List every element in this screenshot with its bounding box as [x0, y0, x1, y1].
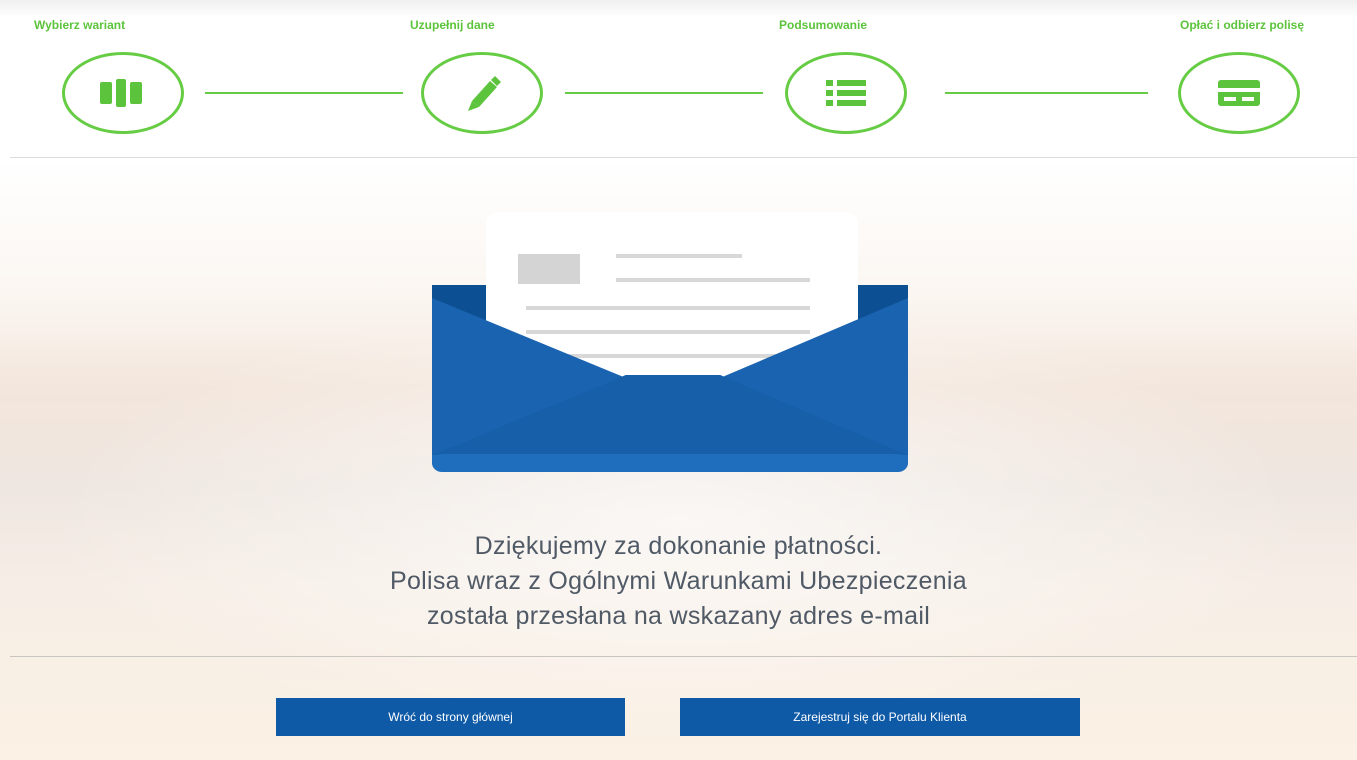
envelope-with-letter-icon	[432, 212, 908, 472]
pencil-icon	[468, 76, 501, 111]
thank-you-message: Dziękujemy za dokonanie płatności.	[474, 532, 883, 560]
step-label-uzupelnij-dane: Uzupełnij dane	[410, 18, 495, 32]
email-info-message: została przesłana na wskazany adres e-ma…	[426, 602, 931, 630]
step-connector	[945, 92, 1148, 94]
bars-icon	[100, 79, 142, 107]
step-connector	[565, 92, 763, 94]
step-uzupelnij-dane[interactable]	[421, 52, 543, 134]
policy-info-message: Polisa wraz z Ogólnymi Warunkami Ubezpie…	[390, 567, 967, 595]
buttons-divider	[10, 656, 1357, 657]
progress-steps: Wybierz wariant Uzupełnij dane Podsumowa…	[0, 0, 1357, 158]
home-button[interactable]: Wróć do strony głównej	[276, 698, 625, 736]
step-oplac-i-odbierz[interactable]	[1178, 52, 1300, 134]
list-icon	[826, 80, 866, 106]
card-icon	[1218, 80, 1260, 106]
step-podsumowanie[interactable]	[785, 52, 907, 134]
step-wybierz-wariant[interactable]	[62, 52, 184, 134]
step-label-podsumowanie: Podsumowanie	[779, 18, 868, 32]
register-portal-button[interactable]: Zarejestruj się do Portalu Klienta	[680, 698, 1080, 736]
step-connector	[205, 92, 403, 94]
step-label-wybierz-wariant: Wybierz wariant	[34, 18, 126, 32]
step-label-oplac-i-odbierz: Opłać i odbierz polisę	[1180, 18, 1305, 32]
